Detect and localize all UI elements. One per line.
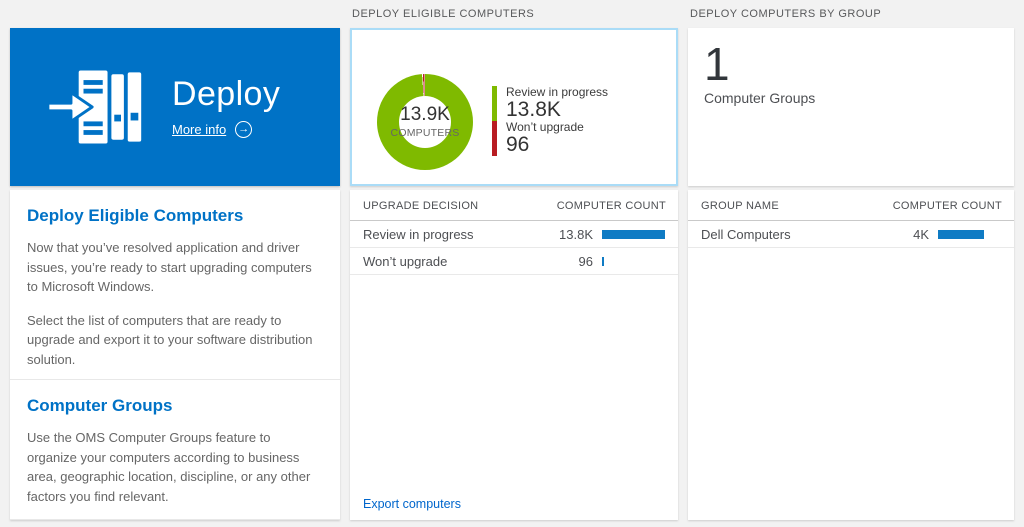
left-panel-filler	[10, 519, 340, 520]
donut-total-label: COMPUTERS	[391, 127, 460, 139]
row-bar-area	[602, 230, 668, 239]
column-deploy-eligible-computers: DEPLOY ELIGIBLE COMPUTERS 13.9K COMPUTER…	[350, 0, 678, 520]
group-table-header: GROUP NAME COMPUTER COUNT	[688, 190, 1014, 221]
count-bar	[938, 230, 984, 239]
section-computer-groups: Computer Groups Use the OMS Computer Gro…	[10, 379, 340, 519]
export-computers-link[interactable]: Export computers	[363, 497, 461, 511]
table-row-review-in-progress[interactable]: Review in progress 13.8K	[350, 221, 678, 248]
deploy-description-panel: Deploy Eligible Computers Now that you’v…	[10, 190, 340, 520]
count-bar	[602, 257, 604, 266]
table-row-wont-upgrade[interactable]: Won’t upgrade 96	[350, 248, 678, 275]
donut-legend: Review in progress 13.8K Won’t upgrade 9…	[492, 86, 608, 156]
section-paragraph: Now that you’ve resolved application and…	[27, 238, 320, 297]
group-table-panel: GROUP NAME COMPUTER COUNT Dell Computers…	[688, 190, 1014, 520]
section-deploy-eligible-computers: Deploy Eligible Computers Now that you’v…	[10, 190, 340, 379]
section-paragraph: Select the list of computers that are re…	[27, 311, 320, 370]
more-info-row: More info →	[172, 121, 280, 138]
legend-value: 96	[506, 134, 584, 156]
section-paragraph: Use the OMS Computer Groups feature to o…	[27, 428, 320, 506]
row-name: Review in progress	[363, 227, 549, 242]
column-deploy-computers-by-group: DEPLOY COMPUTERS BY GROUP 1 Computer Gro…	[688, 0, 1014, 520]
eligible-computers-chart-card[interactable]: 13.9K COMPUTERS Review in progress 13.8K…	[350, 28, 678, 186]
row-count: 13.8K	[549, 227, 593, 242]
more-info-arrow-icon[interactable]: →	[235, 121, 252, 138]
upgrade-decision-table-header: UPGRADE DECISION COMPUTER COUNT	[350, 190, 678, 221]
legend-item-wont-upgrade: Won’t upgrade 96	[492, 121, 608, 156]
row-name: Won’t upgrade	[363, 254, 549, 269]
legend-swatch-red	[492, 121, 497, 156]
legend-item-review-in-progress: Review in progress 13.8K	[492, 86, 608, 121]
column-header-computer-count: COMPUTER COUNT	[557, 200, 666, 212]
column-deploy-overview: Deploy More info → Deploy Eligible Compu…	[10, 0, 340, 520]
section-heading: Computer Groups	[27, 396, 320, 416]
column-header-group-name: GROUP NAME	[701, 200, 779, 212]
computer-groups-summary-card[interactable]: 1 Computer Groups	[688, 28, 1014, 186]
donut-total-value: 13.9K	[400, 105, 450, 126]
row-bar-area	[938, 230, 1004, 239]
deploy-books-arrow-icon	[46, 66, 146, 148]
computers-by-group-header: DEPLOY COMPUTERS BY GROUP	[688, 0, 1014, 28]
column-header-upgrade-decision: UPGRADE DECISION	[363, 200, 478, 212]
left-column-header-spacer	[10, 0, 340, 28]
deploy-tile-title: Deploy	[172, 76, 280, 113]
section-heading: Deploy Eligible Computers	[27, 206, 320, 226]
row-bar-area	[602, 257, 668, 266]
computer-groups-count: 1	[704, 40, 998, 88]
table-row-dell-computers[interactable]: Dell Computers 4K	[688, 221, 1014, 248]
legend-value: 13.8K	[506, 99, 608, 121]
dashboard: Deploy More info → Deploy Eligible Compu…	[0, 0, 1024, 520]
count-bar	[602, 230, 665, 239]
legend-swatch-green	[492, 86, 497, 121]
column-header-computer-count: COMPUTER COUNT	[893, 200, 1002, 212]
more-info-link[interactable]: More info	[172, 122, 226, 137]
row-name: Dell Computers	[701, 227, 885, 242]
row-count: 4K	[885, 227, 929, 242]
eligible-computers-header: DEPLOY ELIGIBLE COMPUTERS	[350, 0, 678, 28]
computer-groups-label: Computer Groups	[704, 90, 998, 106]
deploy-tile[interactable]: Deploy More info →	[10, 28, 340, 186]
row-count: 96	[549, 254, 593, 269]
donut-center-text: 13.9K COMPUTERS	[377, 74, 473, 170]
deploy-tile-text: Deploy More info →	[172, 76, 280, 137]
upgrade-decision-table-panel: UPGRADE DECISION COMPUTER COUNT Review i…	[350, 190, 678, 520]
